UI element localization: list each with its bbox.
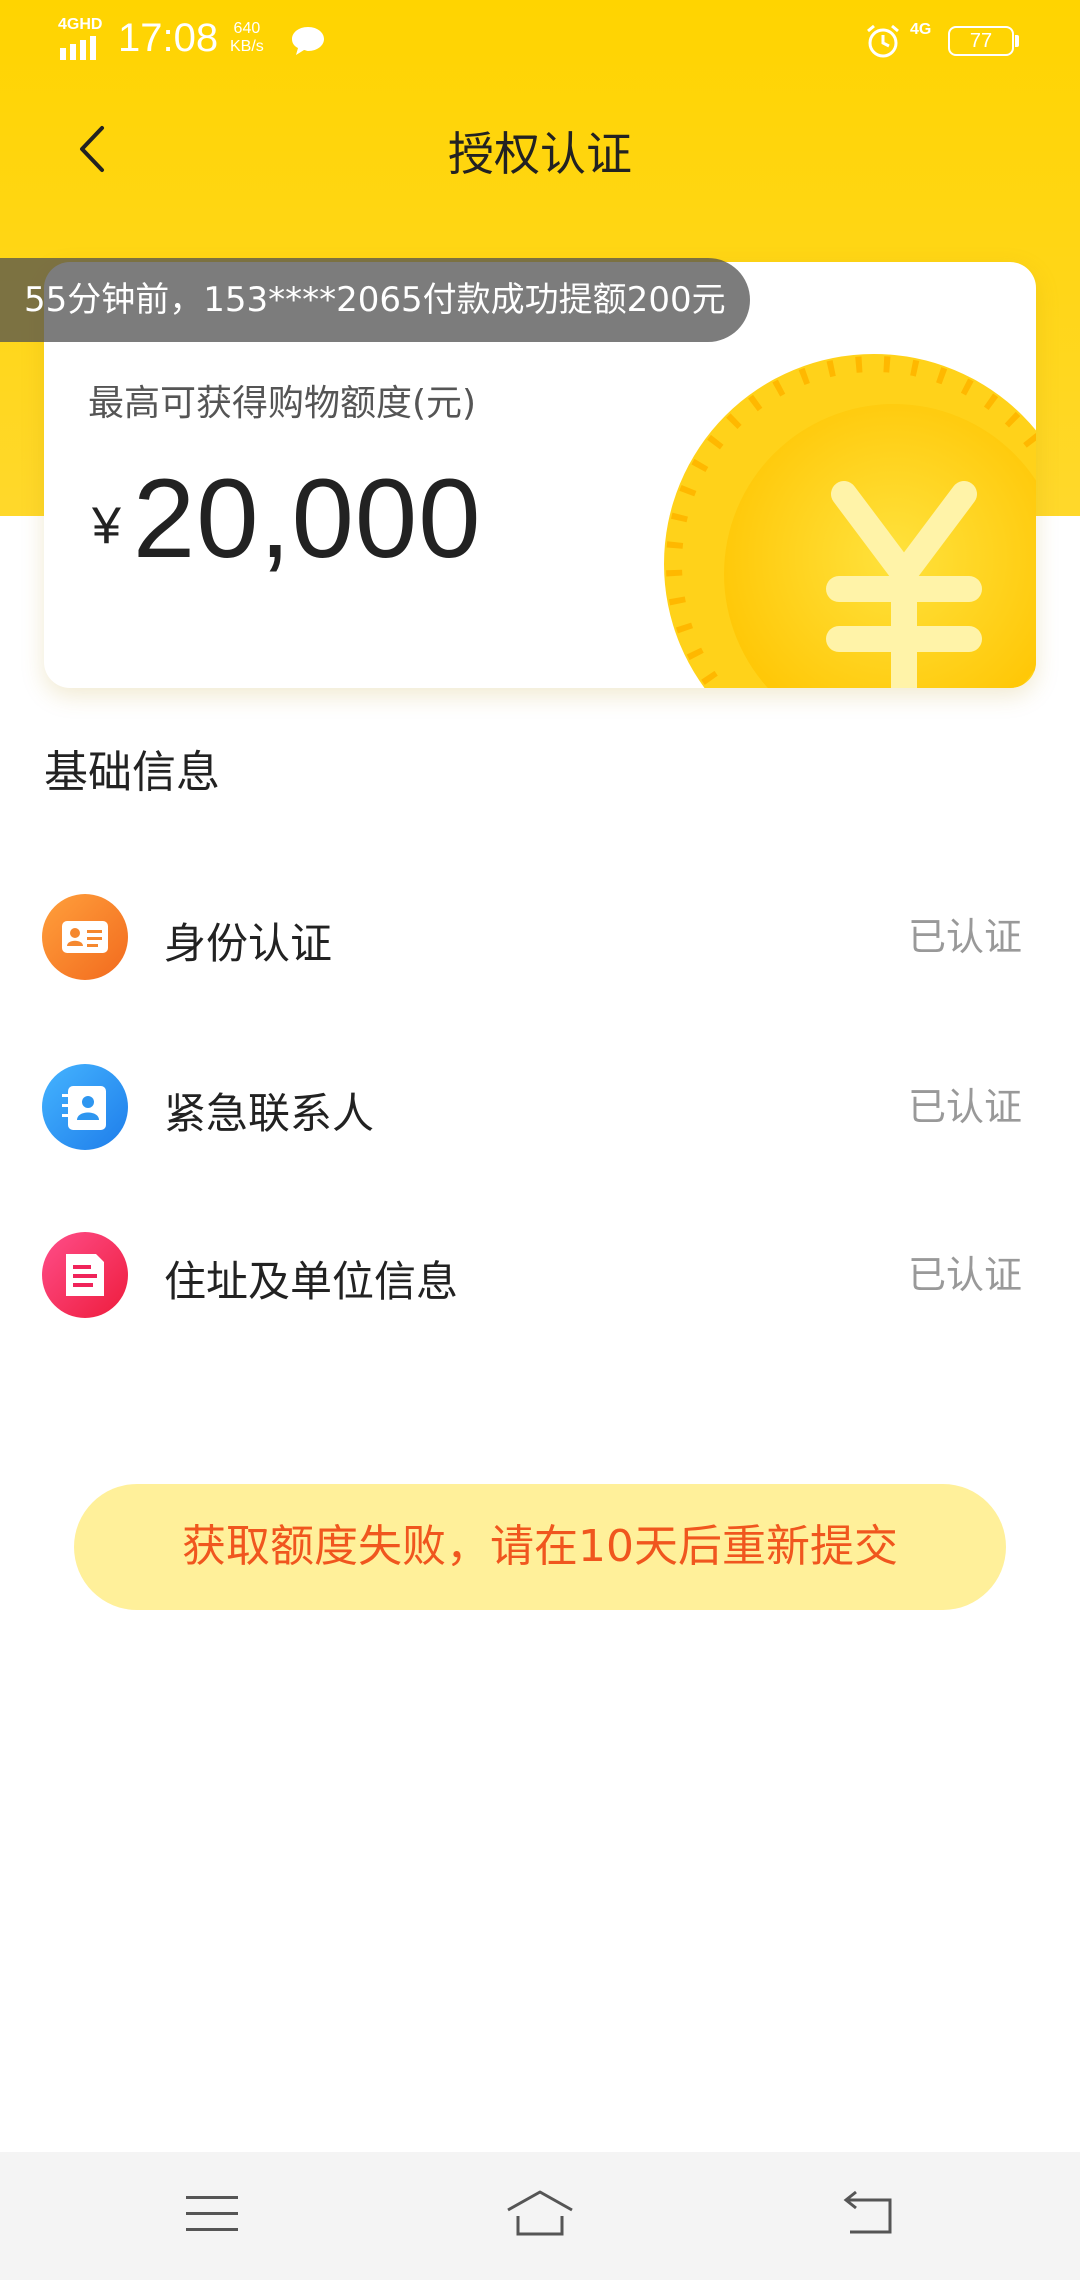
section-title: 基础信息 (44, 747, 220, 798)
navigation-header: 授权认证 (0, 82, 1080, 212)
info-row-address-company[interactable]: 住址及单位信息 已认证 (0, 1204, 1080, 1324)
page-title: 授权认证 (448, 127, 632, 181)
activity-toast: 55分钟前，153****2065付款成功提额200元 (0, 258, 750, 342)
failure-notice: 获取额度失败，请在10天后重新提交 (74, 1484, 1006, 1610)
alarm-icon (867, 24, 899, 58)
currency-symbol: ¥ (92, 497, 121, 555)
info-row-label: 紧急联系人 (164, 1089, 375, 1138)
network-speed-value: 640 (233, 20, 261, 37)
menu-icon[interactable] (180, 2186, 244, 2242)
battery-icon: 77 (948, 26, 1014, 56)
status-bar: 4GHD 17:08 640 KB/s 4G 77 (0, 0, 1080, 82)
status-badge: 已认证 (907, 1085, 1022, 1129)
network-speed-unit: KB/s (230, 38, 264, 55)
network-type-right: 4G (910, 21, 932, 38)
credit-limit-amount: ¥20,000 (92, 454, 481, 583)
network-speed: 640 KB/s (230, 20, 264, 56)
contact-book-icon (42, 1064, 128, 1150)
signal-icon (60, 36, 96, 60)
status-badge: 已认证 (907, 915, 1022, 959)
home-icon[interactable] (504, 2186, 576, 2242)
yuan-coin-icon (664, 354, 1036, 688)
document-icon (42, 1232, 128, 1318)
clock: 17:08 (118, 16, 219, 60)
status-badge: 已认证 (907, 1253, 1022, 1297)
system-navigation-bar (0, 2152, 1080, 2280)
id-card-icon (42, 894, 128, 980)
credit-limit-label: 最高可获得购物额度(元) (88, 383, 477, 424)
battery-tip (1015, 35, 1019, 47)
info-row-label: 身份认证 (164, 919, 333, 968)
chat-icon (292, 27, 324, 55)
info-row-label: 住址及单位信息 (164, 1257, 459, 1306)
back-icon[interactable] (838, 2186, 902, 2242)
info-row-emergency-contact[interactable]: 紧急联系人 已认证 (0, 1036, 1080, 1156)
credit-limit-value: 20,000 (132, 456, 482, 581)
info-row-identity[interactable]: 身份认证 已认证 (0, 866, 1080, 986)
